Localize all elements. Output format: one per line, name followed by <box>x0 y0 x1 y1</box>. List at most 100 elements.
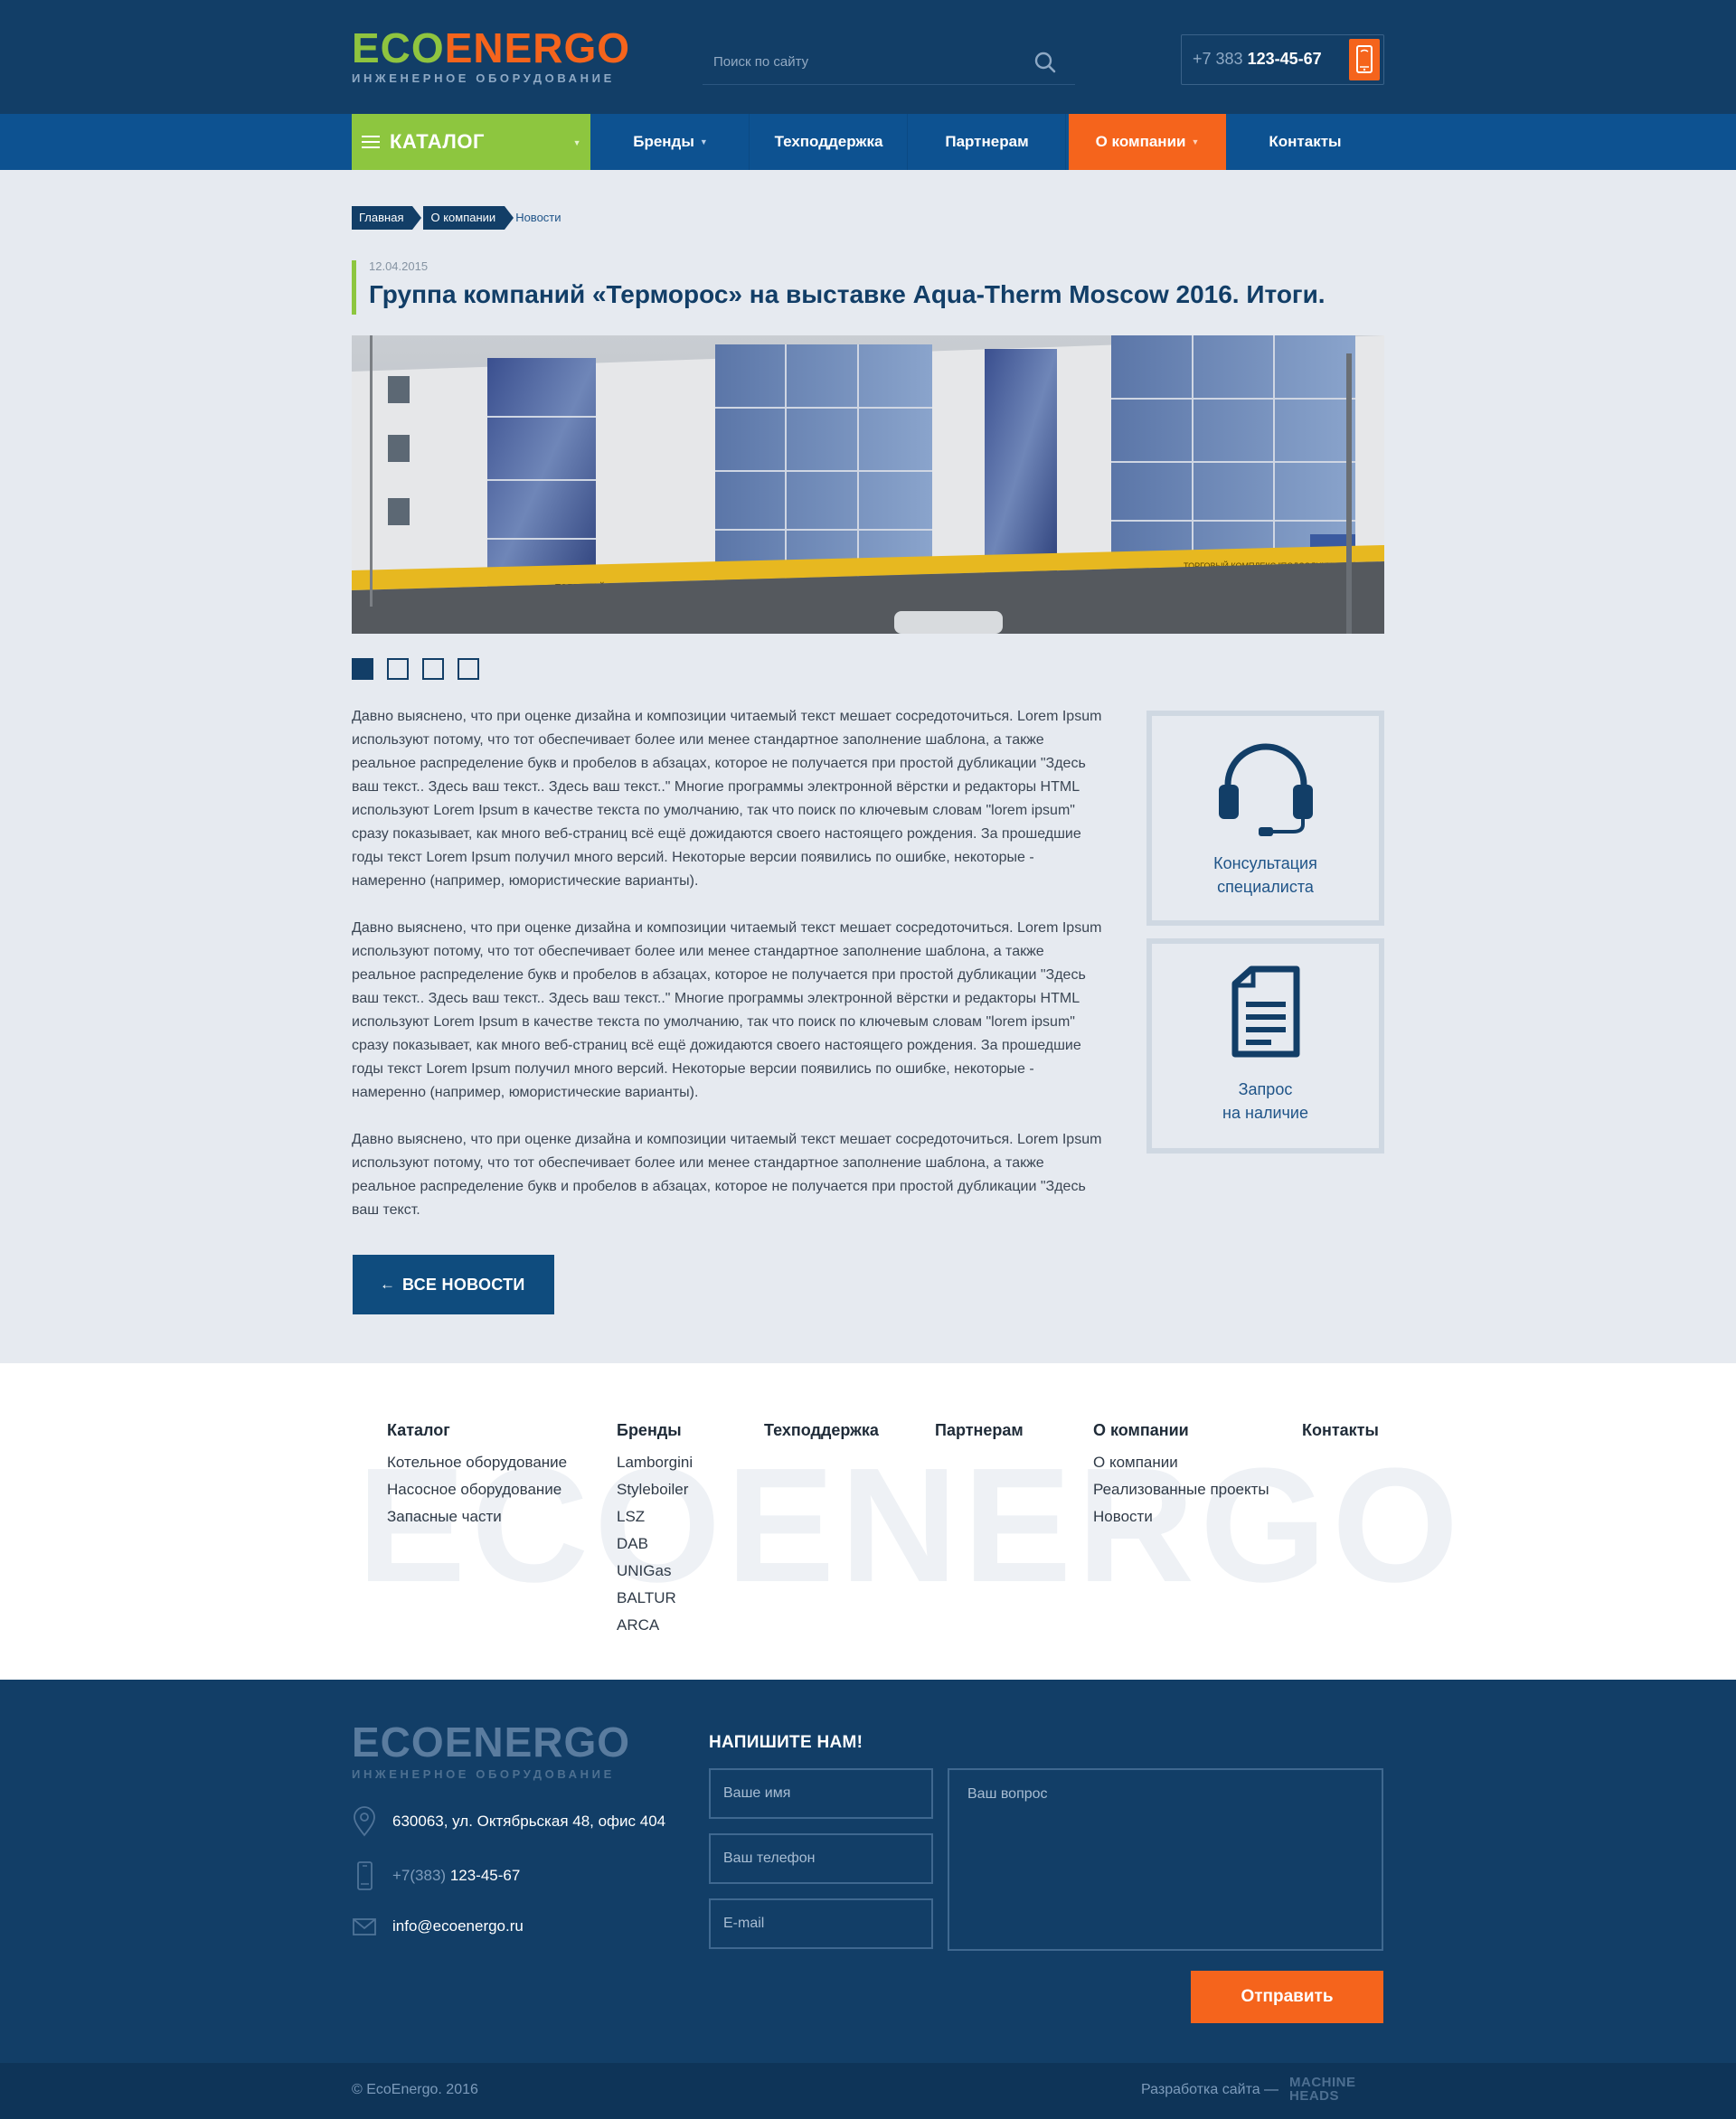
logo-tagline: ИНЖЕНЕРНОЕ ОБОРУДОВАНИЕ <box>352 71 615 85</box>
footer-link[interactable]: Lamborgini <box>617 1449 693 1476</box>
post-date: 12.04.2015 <box>369 259 429 273</box>
nav-item-brands[interactable]: Бренды ▼ <box>592 114 750 170</box>
breadcrumb: Главная О компании Новости <box>352 206 581 230</box>
footer-link[interactable]: Styleboiler <box>617 1476 693 1503</box>
slider-dot-3[interactable] <box>422 658 444 680</box>
building-photo: ТОРГОВЫЙ КОМПЛЕКС "ПОДСОЛНУХ" ТОРГОВЫЙ К… <box>352 335 1384 634</box>
consultation-line2: специалиста <box>1217 878 1314 896</box>
page-title: Группа компаний «Терморос» на выставке A… <box>369 280 1326 308</box>
email-field[interactable] <box>709 1898 933 1949</box>
chevron-down-icon: ▼ <box>1191 137 1200 146</box>
phone-prefix: +7 383 <box>1193 50 1243 68</box>
mobile-phone-icon <box>357 1861 373 1890</box>
footer-link[interactable]: ARCA <box>617 1612 693 1639</box>
footer-link[interactable]: BALTUR <box>617 1585 693 1612</box>
header-phone[interactable]: +7 383 123-45-67 <box>1181 34 1384 85</box>
headset-icon <box>1218 743 1313 836</box>
footer-col-title[interactable]: Техподдержка <box>764 1421 879 1439</box>
contact-form-title: НАПИШИТЕ НАМ! <box>709 1733 863 1752</box>
footer-navigation: ECOENERGO Каталог Котельное оборудование… <box>0 1363 1736 1680</box>
breadcrumb-about[interactable]: О компании <box>423 206 514 230</box>
all-news-label: ВСЕ НОВОСТИ <box>402 1276 525 1294</box>
phone-number: 123-45-67 <box>1247 50 1322 68</box>
footer-link[interactable]: Новости <box>1093 1503 1269 1530</box>
copyright: © EcoEnergo. 2016 <box>352 2082 478 2097</box>
footer-link[interactable]: Котельное оборудование <box>387 1449 567 1476</box>
search-icon[interactable] <box>1033 51 1057 74</box>
footer-link[interactable]: LSZ <box>617 1503 693 1530</box>
submit-button[interactable]: Отправить <box>1191 1971 1383 2023</box>
breadcrumb-home[interactable]: Главная <box>352 206 423 230</box>
main-nav: КАТАЛОГ ▼ Бренды ▼ Техподдержка Партнерам… <box>0 114 1736 170</box>
site-logo[interactable]: ECOENERGO ИНЖЕНЕРНОЕ ОБОРУДОВАНИЕ <box>352 27 630 84</box>
footer-col-catalog: Каталог Котельное оборудование Насосное … <box>387 1421 567 1530</box>
address-text: 630063, ул. Октябрьская 48, офис 404 <box>392 1813 666 1830</box>
nav-label: Контакты <box>1269 133 1342 150</box>
article-paragraph: Давно выяснено, что при оценке дизайна и… <box>352 709 1102 889</box>
search-input[interactable] <box>703 43 1028 80</box>
nav-item-about[interactable]: О компании ▼ <box>1069 114 1226 170</box>
chevron-down-icon: ▼ <box>572 138 581 147</box>
nav-item-contacts[interactable]: Контакты <box>1226 114 1384 170</box>
consultation-card[interactable]: Консультация специалиста <box>1146 711 1384 926</box>
all-news-button[interactable]: ← ВСЕ НОВОСТИ <box>353 1255 554 1314</box>
logo-energo: ENERGO <box>444 24 631 71</box>
footer-col-title[interactable]: Каталог <box>387 1421 567 1439</box>
nav-label: Партнерам <box>945 133 1029 150</box>
article-paragraph: Давно выяснено, что при оценке дизайна и… <box>352 1132 1102 1218</box>
arrow-left-icon: ← <box>380 1276 396 1293</box>
footer-col-contacts: Контакты <box>1302 1421 1379 1449</box>
document-icon <box>1231 965 1299 1058</box>
footer-phone-number: 123-45-67 <box>449 1867 521 1884</box>
nav-item-partners[interactable]: Партнерам <box>909 114 1066 170</box>
footer-col-title[interactable]: Бренды <box>617 1421 693 1439</box>
footer-col-brands: Бренды Lamborgini Styleboiler LSZ DAB UN… <box>617 1421 693 1639</box>
logo-eco: ECO <box>352 24 445 71</box>
footer-col-title[interactable]: Партнерам <box>935 1421 1024 1439</box>
footer-logo-eco: ECO <box>352 1719 445 1766</box>
footer-col-title[interactable]: О компании <box>1093 1421 1269 1439</box>
slider-dot-4[interactable] <box>458 658 479 680</box>
availability-request-card[interactable]: Запрос на наличие <box>1146 938 1384 1154</box>
nav-label: Техподдержка <box>774 133 883 150</box>
footer-link[interactable]: Насосное оборудование <box>387 1476 567 1503</box>
site-footer: ECOENERGO ИНЖЕНЕРНОЕ ОБОРУДОВАНИЕ 630063… <box>0 1680 1736 2063</box>
consultation-line1: Консультация <box>1213 854 1317 872</box>
footer-link[interactable]: О компании <box>1093 1449 1269 1476</box>
site-header: ECOENERGO ИНЖЕНЕРНОЕ ОБОРУДОВАНИЕ +7 383… <box>0 0 1736 114</box>
footer-link[interactable]: DAB <box>617 1530 693 1558</box>
location-pin-icon <box>354 1806 375 1837</box>
breadcrumb-current: Новости <box>515 211 561 224</box>
nav-label: Бренды <box>633 133 694 150</box>
article-body: Давно выяснено, что при оценке дизайна и… <box>352 705 1111 1246</box>
footer-col-title[interactable]: Контакты <box>1302 1421 1379 1439</box>
chevron-down-icon: ▼ <box>699 137 708 146</box>
nav-item-support[interactable]: Техподдержка <box>750 114 908 170</box>
footer-link[interactable]: Запасные части <box>387 1503 567 1530</box>
catalog-label: КАТАЛОГ <box>390 130 485 153</box>
footer-link[interactable]: UNIGas <box>617 1558 693 1585</box>
nav-label: О компании <box>1095 133 1186 150</box>
footer-logo[interactable]: ECOENERGO ИНЖЕНЕРНОЕ ОБОРУДОВАНИЕ <box>352 1721 630 1780</box>
article-paragraph: Давно выяснено, что при оценке дизайна и… <box>352 920 1102 1100</box>
footer-logo-tagline: ИНЖЕНЕРНОЕ ОБОРУДОВАНИЕ <box>352 1767 615 1781</box>
request-line1: Запрос <box>1238 1080 1293 1098</box>
slider-dot-2[interactable] <box>387 658 409 680</box>
name-field[interactable] <box>709 1768 933 1819</box>
footer-col-partners: Партнерам <box>935 1421 1024 1449</box>
footer-col-about: О компании О компании Реализованные прое… <box>1093 1421 1269 1530</box>
footer-logo-energo: ENERGO <box>444 1719 631 1766</box>
developer-line2: HEADS <box>1289 2088 1340 2104</box>
question-field[interactable] <box>948 1768 1383 1951</box>
request-line2: на наличие <box>1222 1104 1308 1122</box>
phone-field[interactable] <box>709 1833 933 1884</box>
slider-dot-1[interactable] <box>352 658 373 680</box>
phone-icon[interactable] <box>1349 39 1380 80</box>
news-photo: ТОРГОВЫЙ КОМПЛЕКС "ПОДСОЛНУХ" ТОРГОВЫЙ К… <box>352 335 1384 634</box>
envelope-icon <box>353 1918 376 1935</box>
developer-logo[interactable]: MACHINE HEADS <box>1289 2076 1356 2103</box>
email-text: info@ecoenergo.ru <box>392 1917 524 1935</box>
footer-link[interactable]: Реализованные проекты <box>1093 1476 1269 1503</box>
catalog-button[interactable]: КАТАЛОГ ▼ <box>352 114 590 170</box>
footer-col-support: Техподдержка <box>764 1421 879 1449</box>
